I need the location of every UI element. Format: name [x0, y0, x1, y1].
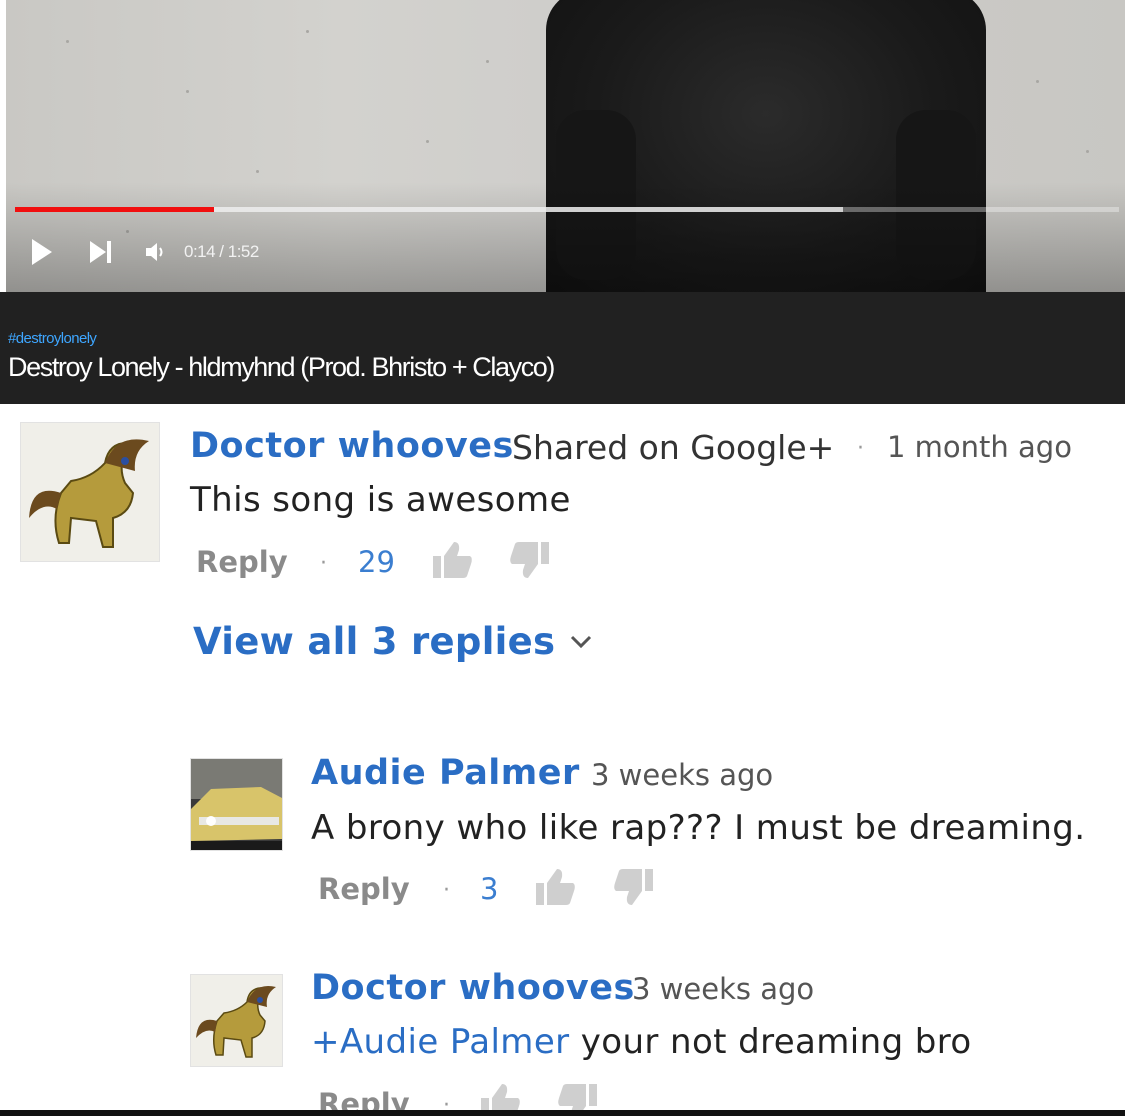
- car-avatar-icon: [191, 759, 282, 850]
- thumbs-up-icon[interactable]: [432, 540, 474, 584]
- reply-time[interactable]: 3 weeks ago: [591, 758, 773, 792]
- reply-time[interactable]: 3 weeks ago: [632, 972, 814, 1006]
- play-icon[interactable]: [30, 238, 54, 266]
- video-title: Destroy Lonely - hldmyhnd (Prod. Bhristo…: [8, 352, 555, 382]
- hashtag-link[interactable]: #destroylonely: [8, 330, 97, 347]
- progress-played: [15, 207, 214, 212]
- bottom-border: [0, 1110, 1125, 1116]
- shared-label: Shared on Google+: [512, 428, 835, 467]
- separator-dot: ·: [857, 436, 864, 461]
- video-info-bar: [0, 292, 1125, 404]
- comment-time[interactable]: 1 month ago: [887, 430, 1072, 464]
- reply-button[interactable]: Reply: [318, 872, 410, 906]
- thumbs-down-icon[interactable]: [612, 867, 654, 911]
- avatar[interactable]: [190, 974, 283, 1067]
- view-replies-label: View all 3 replies: [193, 620, 556, 663]
- separator-dot: ·: [320, 551, 327, 576]
- reply-text: A brony who like rap??? I must be dreami…: [311, 808, 1086, 848]
- pony-avatar-icon: [191, 975, 282, 1066]
- thumbs-down-icon[interactable]: [508, 540, 550, 584]
- chevron-down-icon: [571, 635, 592, 648]
- player-controls: 0:14 / 1:52: [30, 234, 259, 270]
- volume-icon[interactable]: [144, 241, 166, 263]
- like-count: 3: [480, 872, 499, 906]
- pony-avatar-icon: [21, 423, 159, 561]
- reply-body: your not dreaming bro: [569, 1022, 972, 1062]
- reply-text: +Audie Palmer your not dreaming bro: [311, 1022, 972, 1062]
- mention-link[interactable]: +Audie Palmer: [311, 1022, 570, 1062]
- like-count: 29: [358, 545, 395, 579]
- separator-dot: ·: [443, 878, 450, 903]
- avatar[interactable]: [20, 422, 160, 562]
- comment-text: This song is awesome: [190, 480, 571, 520]
- view-replies-link[interactable]: View all 3 replies: [193, 620, 593, 663]
- reply-author[interactable]: Doctor whooves: [311, 968, 635, 1008]
- comment-author[interactable]: Doctor whooves: [190, 426, 514, 466]
- thumbs-up-icon[interactable]: [535, 867, 577, 911]
- avatar[interactable]: [190, 758, 283, 851]
- reply-button[interactable]: Reply: [196, 545, 288, 579]
- next-icon[interactable]: [88, 239, 114, 265]
- time-display: 0:14 / 1:52: [184, 242, 259, 261]
- reply-author[interactable]: Audie Palmer: [311, 753, 580, 793]
